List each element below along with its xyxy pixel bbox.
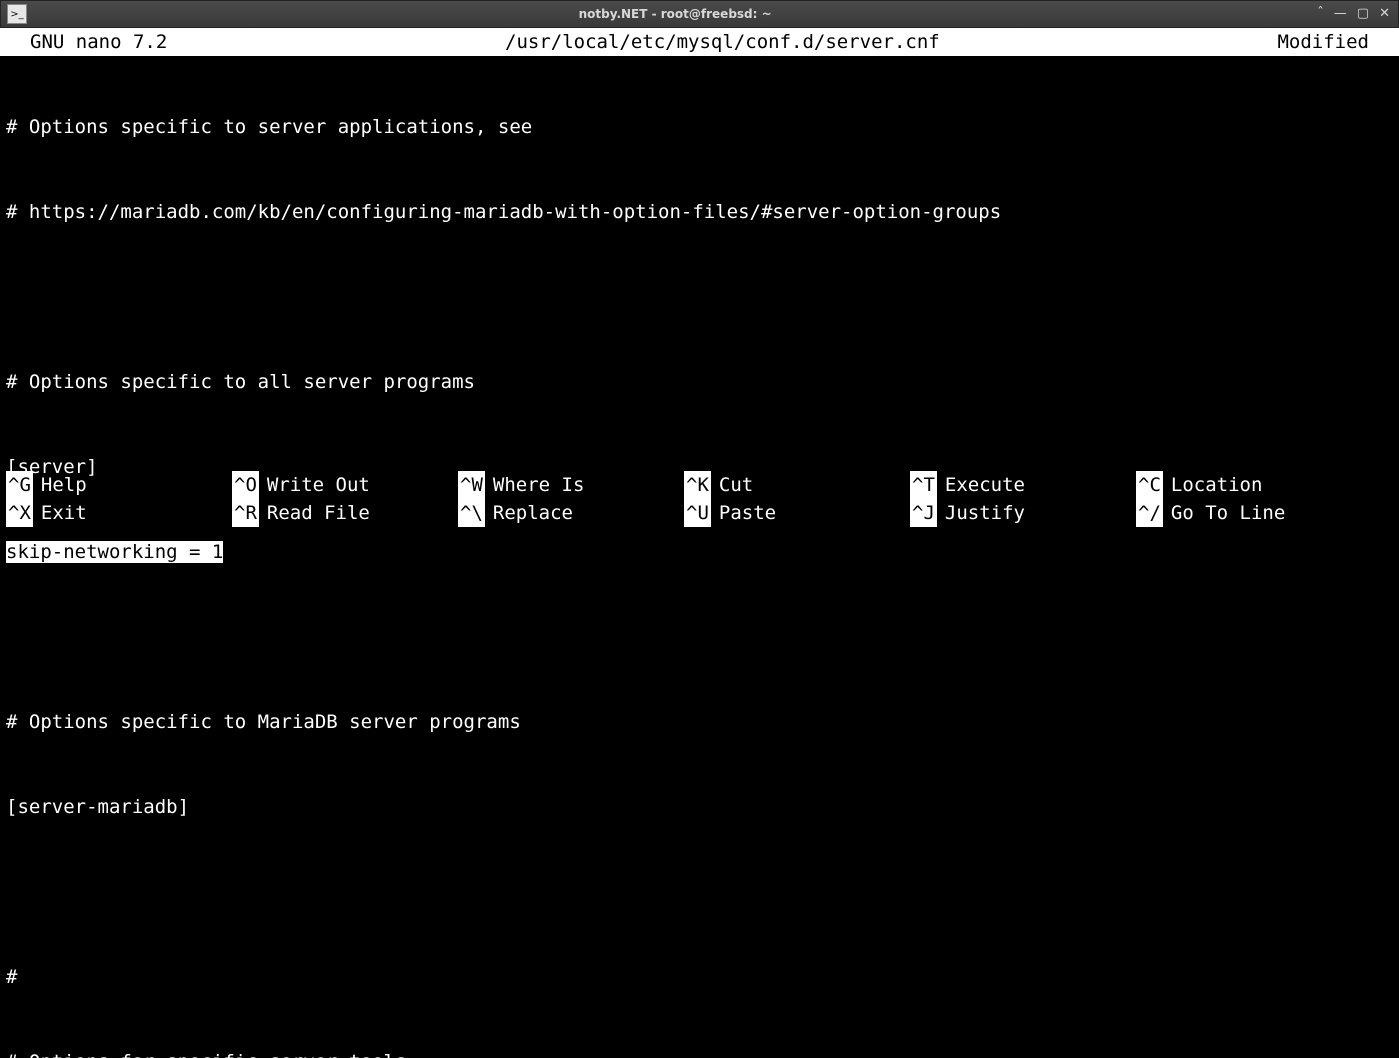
key-label: ^W [458,471,485,500]
window-titlebar: >_ notby.NET - root@freebsd: ~ ˆ — ▢ ✕ [0,0,1399,28]
nano-modified-flag: Modified [1277,28,1399,57]
shortcut-label: Location [1171,471,1263,500]
key-label: ^\ [458,499,485,528]
nano-version: GNU nano 7.2 [0,28,167,57]
nano-header-bar: GNU nano 7.2 /usr/local/etc/mysql/conf.d… [0,28,1399,56]
cursor-line-text: skip-networking = 1 [6,541,223,563]
shortcut-gotoline[interactable]: ^/ Go To Line [1136,499,1362,527]
shortcut-row: ^G Help ^O Write Out ^W Where Is ^K Cut ^T Ex… [6,471,1399,499]
shortcut-label: Go To Line [1171,499,1285,528]
editor-content[interactable]: # Options specific to server application… [0,56,1399,1058]
shortcut-label: Replace [493,499,573,528]
shortcut-location[interactable]: ^C Location [1136,471,1362,499]
shortcut-label: Justify [945,499,1025,528]
editor-line: # Options specific to all server program… [6,368,1399,396]
shortcut-help[interactable]: ^G Help [6,471,232,499]
key-label: ^/ [1136,499,1163,528]
shortcut-label: Cut [719,471,753,500]
shortcut-label: Execute [945,471,1025,500]
key-label: ^X [6,499,33,528]
editor-line [6,283,1399,311]
window-title: notby.NET - root@freebsd: ~ [33,5,1317,23]
shortcut-label: Write Out [267,471,370,500]
key-label: ^C [1136,471,1163,500]
shortcut-label: Where Is [493,471,585,500]
editor-line: # Options for specific server tools [6,1048,1399,1058]
window-maximize-icon[interactable]: ▢ [1357,4,1369,24]
shortcut-row: ^X Exit ^R Read File ^\ Replace ^U Paste ^J J… [6,499,1399,527]
nano-shortcut-bar: ^G Help ^O Write Out ^W Where Is ^K Cut ^T Ex… [0,471,1399,529]
key-label: ^O [232,471,259,500]
editor-line: # https://mariadb.com/kb/en/configuring-… [6,198,1399,226]
shortcut-label: Exit [41,499,87,528]
shortcut-exit[interactable]: ^X Exit [6,499,232,527]
window-close-icon[interactable]: ✕ [1379,4,1390,24]
key-label: ^T [910,471,937,500]
editor-line [6,623,1399,651]
terminal-app-icon: >_ [7,4,27,24]
shortcut-writeout[interactable]: ^O Write Out [232,471,458,499]
editor-line: [server-mariadb] [6,793,1399,821]
window-controls: ˆ — ▢ ✕ [1317,4,1398,24]
shortcut-replace[interactable]: ^\ Replace [458,499,684,527]
key-label: ^G [6,471,33,500]
shortcut-paste[interactable]: ^U Paste [684,499,910,527]
window-minimize-icon[interactable]: — [1334,4,1347,24]
shortcut-whereis[interactable]: ^W Where Is [458,471,684,499]
editor-line [6,878,1399,906]
editor-line-highlighted: skip-networking = 1 [6,538,1399,566]
key-label: ^K [684,471,711,500]
editor-line: # [6,963,1399,991]
shortcut-readfile[interactable]: ^R Read File [232,499,458,527]
shortcut-label: Help [41,471,87,500]
shortcut-label: Paste [719,499,776,528]
nano-filename: /usr/local/etc/mysql/conf.d/server.cnf [167,28,1277,57]
shortcut-justify[interactable]: ^J Justify [910,499,1136,527]
shortcut-execute[interactable]: ^T Execute [910,471,1136,499]
terminal-area[interactable]: GNU nano 7.2 /usr/local/etc/mysql/conf.d… [0,28,1399,529]
editor-line: # Options specific to server application… [6,113,1399,141]
key-label: ^U [684,499,711,528]
key-label: ^J [910,499,937,528]
window-rollup-icon[interactable]: ˆ [1317,4,1324,24]
shortcut-cut[interactable]: ^K Cut [684,471,910,499]
key-label: ^R [232,499,259,528]
shortcut-label: Read File [267,499,370,528]
editor-line: # Options specific to MariaDB server pro… [6,708,1399,736]
